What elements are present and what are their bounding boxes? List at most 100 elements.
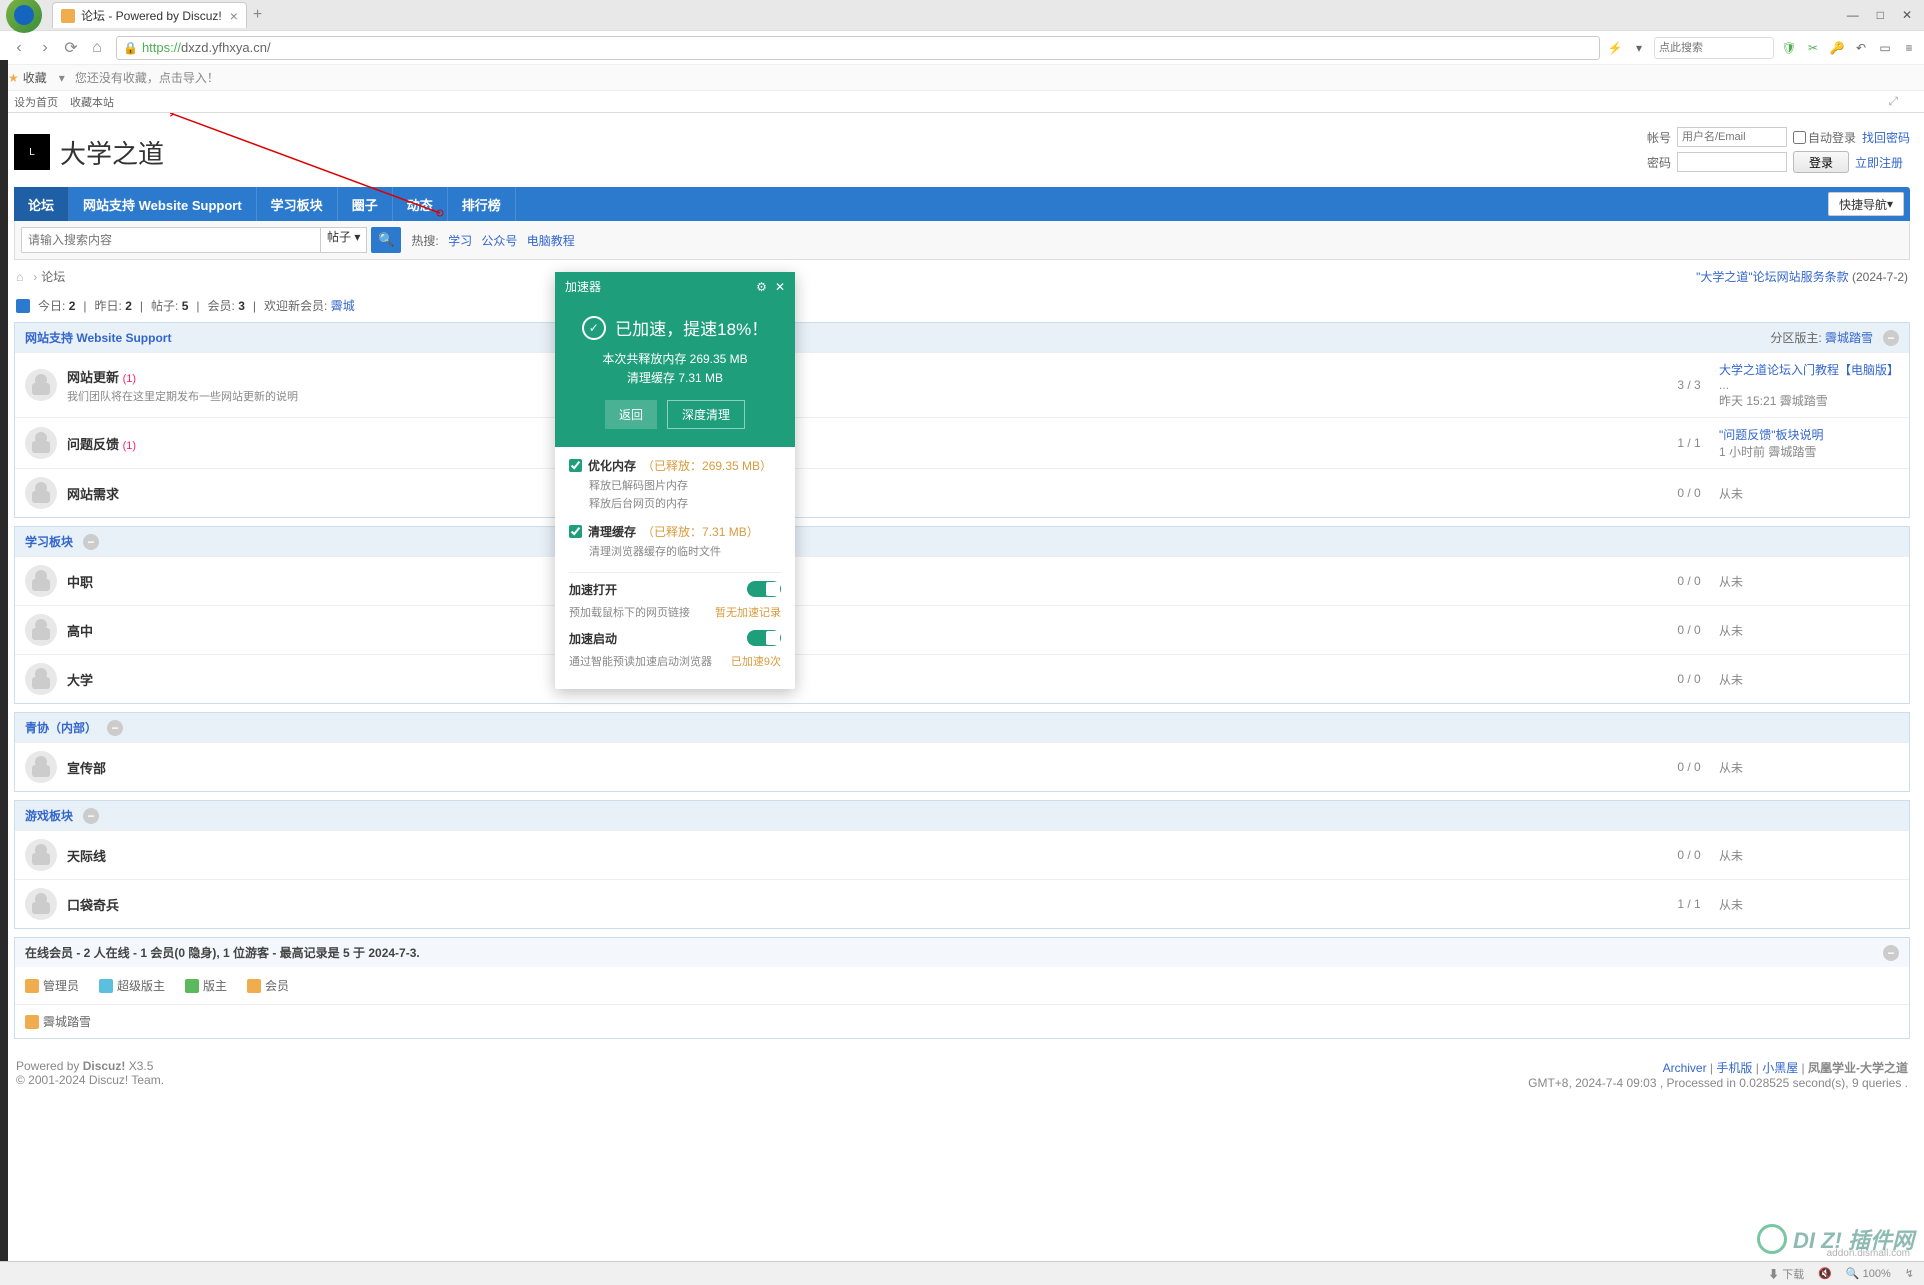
opt1-checkbox[interactable] — [569, 459, 582, 472]
category-title[interactable]: 游戏板块 — [25, 807, 73, 824]
role-member-icon — [247, 979, 261, 993]
forum-name[interactable]: 口袋奇兵 — [67, 895, 1659, 914]
footer-link[interactable]: Archiver — [1663, 1061, 1707, 1075]
last-post-link[interactable]: "问题反馈"板块说明 — [1719, 428, 1824, 442]
maximize-icon[interactable]: □ — [1877, 8, 1884, 22]
lightning-icon[interactable]: ⚡ — [1606, 39, 1624, 57]
quick-nav-button[interactable]: 快捷导航 ▾ — [1828, 192, 1904, 216]
shield-icon[interactable]: 🛡 — [1780, 39, 1798, 57]
footer-link[interactable]: 凤凰学业-大学之道 — [1808, 1061, 1908, 1075]
back-button[interactable]: ‹ — [6, 35, 32, 61]
home-icon[interactable]: ⌂ — [16, 270, 23, 284]
search-type-select[interactable]: 帖子 ▾ — [321, 227, 367, 253]
collapse-icon[interactable]: − — [107, 720, 123, 736]
category-title[interactable]: 学习板块 — [25, 533, 73, 550]
popup-title: 加速器 — [565, 278, 601, 295]
fav-dropdown-icon[interactable]: ▾ — [59, 71, 65, 85]
forum-name[interactable]: 高中 — [67, 621, 1659, 640]
user-label: 帐号 — [1641, 129, 1671, 146]
mute-icon[interactable]: 🔇 — [1818, 1267, 1832, 1280]
nav-item-study[interactable]: 学习板块 — [257, 187, 338, 221]
footer-link[interactable]: 手机版 — [1716, 1061, 1752, 1075]
category-header: 学习板块− — [15, 527, 1909, 556]
forum-name[interactable]: 问题反馈 (1) — [67, 434, 1659, 453]
home-button[interactable]: ⌂ — [84, 35, 110, 61]
proxy-icon[interactable]: ↯ — [1905, 1267, 1914, 1280]
nav-item-forum[interactable]: 论坛 — [14, 187, 69, 221]
stats-row: 今日: 2| 昨日: 2| 帖子: 5| 会员: 3| 欢迎新会员: 霽城 — [14, 293, 1910, 322]
deep-clean-button[interactable]: 深度清理 — [667, 400, 745, 429]
login-button[interactable]: 登录 — [1793, 151, 1849, 173]
undo-icon[interactable]: ↶ — [1852, 39, 1870, 57]
fav-label[interactable]: 收藏 — [23, 69, 47, 86]
password-input[interactable] — [1677, 152, 1787, 172]
notice-link[interactable]: "大学之道"论坛网站服务条款 — [1696, 270, 1849, 284]
switch-launch-toggle[interactable] — [747, 630, 781, 646]
online-roles: 管理员 超级版主 版主 会员 — [15, 967, 1909, 1004]
forum-name[interactable]: 大学 — [67, 670, 1659, 689]
category: 游戏板块− 天际线 0 / 0 从未 口袋奇兵 1 / 1 从未 — [14, 800, 1910, 929]
minimize-icon[interactable]: — — [1847, 8, 1859, 22]
hot-link[interactable]: 公众号 — [481, 234, 517, 248]
collapse-icon[interactable]: − — [83, 808, 99, 824]
nav-item-circle[interactable]: 圈子 — [338, 187, 393, 221]
collapse-icon[interactable]: − — [83, 534, 99, 550]
menu-icon[interactable]: ≡ — [1900, 39, 1918, 57]
settings-icon[interactable]: ⚙ — [756, 280, 767, 294]
forum-row: 口袋奇兵 1 / 1 从未 — [15, 879, 1909, 928]
forum-icon — [25, 477, 57, 509]
download-icon[interactable]: ⬇ 下载 — [1768, 1266, 1804, 1282]
back-button[interactable]: 返回 — [605, 400, 657, 429]
breadcrumb-forum[interactable]: 论坛 — [41, 268, 65, 285]
nav-item-support[interactable]: 网站支持 Website Support — [69, 187, 257, 221]
new-tab-button[interactable]: + — [253, 6, 262, 24]
star-icon[interactable]: ★ — [8, 71, 19, 85]
collapse-icon[interactable]: − — [1883, 330, 1899, 346]
forum-last: "问题反馈"板块说明 1 小时前 霽城踏雪 — [1719, 426, 1899, 460]
category-title[interactable]: 青协（内部） — [25, 719, 97, 736]
site-logo-icon[interactable]: L — [14, 134, 50, 170]
browser-logo-icon[interactable] — [6, 0, 42, 33]
browser-tab[interactable]: 论坛 - Powered by Discuz! × — [52, 2, 247, 28]
last-post-link[interactable]: 大学之道论坛入门教程【电脑版】 — [1719, 363, 1899, 377]
refresh-button[interactable]: ⟳ — [58, 35, 84, 61]
username-input[interactable] — [1677, 127, 1787, 147]
new-member-link[interactable]: 霽城 — [331, 299, 355, 313]
hot-link[interactable]: 学习 — [448, 234, 472, 248]
tab-favicon-icon — [61, 9, 75, 23]
util-expand-icon[interactable]: ⤢ — [1888, 94, 1898, 109]
scissors-icon[interactable]: ✂ — [1804, 39, 1822, 57]
footer-link[interactable]: 小黑屋 — [1762, 1061, 1798, 1075]
url-input[interactable]: 🔒 https://dxzd.yfhxya.cn/ — [116, 36, 1600, 60]
opt2-checkbox[interactable] — [569, 525, 582, 538]
forum-name[interactable]: 宣传部 — [67, 758, 1659, 777]
tab-close-icon[interactable]: × — [230, 8, 238, 24]
dropdown-icon[interactable]: ▾ — [1630, 39, 1648, 57]
category-title[interactable]: 网站支持 Website Support — [25, 329, 171, 346]
browser-search-input[interactable] — [1654, 37, 1774, 59]
close-window-icon[interactable]: ✕ — [1902, 8, 1912, 22]
search-button[interactable]: 🔍 — [371, 227, 401, 253]
collapse-icon[interactable]: − — [1883, 945, 1899, 961]
popup-header[interactable]: 加速器 ⚙ ✕ — [555, 272, 795, 301]
register-link[interactable]: 立即注册 — [1855, 154, 1903, 171]
fav-site-link[interactable]: 收藏本站 — [70, 94, 114, 110]
set-home-link[interactable]: 设为首页 — [14, 94, 58, 110]
switch-open-toggle[interactable] — [747, 581, 781, 597]
hot-link[interactable]: 电脑教程 — [527, 234, 575, 248]
zoom-label[interactable]: 🔍 100% — [1846, 1267, 1891, 1280]
forum-name[interactable]: 天际线 — [67, 846, 1659, 865]
forum-name[interactable]: 网站需求 — [67, 484, 1659, 503]
nav-item-activity[interactable]: 动态 — [393, 187, 448, 221]
forward-button[interactable]: › — [32, 35, 58, 61]
key-icon[interactable]: 🔑 — [1828, 39, 1846, 57]
nav-item-rank[interactable]: 排行榜 — [448, 187, 516, 221]
forum-search-input[interactable] — [21, 227, 321, 253]
find-password-link[interactable]: 找回密码 — [1862, 129, 1910, 146]
forum-name[interactable]: 中职 — [67, 572, 1659, 591]
note-icon[interactable]: ▭ — [1876, 39, 1894, 57]
popup-close-icon[interactable]: ✕ — [775, 280, 785, 294]
mod-link[interactable]: 霽城踏雪 — [1825, 331, 1873, 345]
auto-login-checkbox[interactable]: 自动登录 — [1793, 129, 1856, 146]
forum-name[interactable]: 网站更新 (1) — [67, 367, 1659, 386]
